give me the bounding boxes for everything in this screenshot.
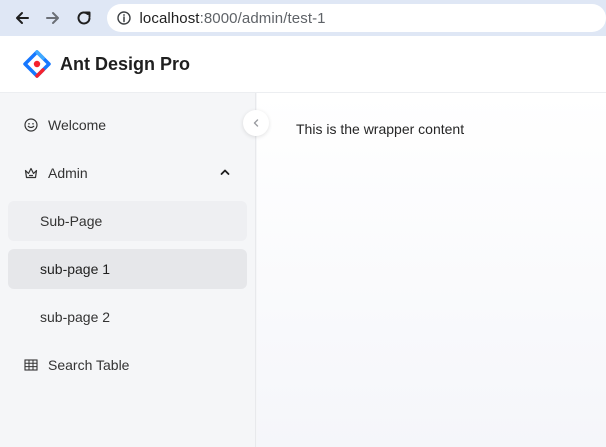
- arrow-left-icon: [15, 12, 29, 24]
- browser-toolbar: localhost:8000/admin/test-1: [0, 0, 606, 36]
- reload-button[interactable]: [74, 8, 93, 28]
- sidebar-item-label: Search Table: [48, 357, 130, 373]
- sidebar-item-label: Welcome: [48, 117, 107, 133]
- sidebar-item-admin[interactable]: Admin: [8, 153, 247, 193]
- sider-collapse-button[interactable]: [243, 110, 269, 136]
- sidebar-item-label: sub-page 2: [40, 309, 111, 325]
- sidebar-item-label: sub-page 1: [40, 261, 111, 277]
- sidebar-item-sub-page[interactable]: Sub-Page: [8, 201, 247, 241]
- ant-design-logo-icon[interactable]: [23, 50, 51, 78]
- app-title[interactable]: Ant Design Pro: [60, 54, 190, 75]
- arrow-right-icon: [45, 12, 59, 24]
- forward-button[interactable]: [43, 8, 62, 28]
- address-bar[interactable]: localhost:8000/admin/test-1: [107, 4, 606, 32]
- crown-icon: [23, 165, 39, 181]
- sidebar-item-search-table[interactable]: Search Table: [8, 345, 247, 385]
- chevron-left-icon: [253, 119, 259, 127]
- sidebar-item-label: Admin: [48, 165, 88, 181]
- sidebar: Welcome Admin Sub-Page sub-page 1 sub-pa…: [0, 93, 256, 447]
- chevron-up-icon[interactable]: [219, 166, 231, 178]
- reload-icon: [77, 11, 91, 25]
- url-host: localhost: [139, 9, 200, 27]
- smile-icon: [23, 117, 39, 133]
- sidebar-item-welcome[interactable]: Welcome: [8, 105, 247, 145]
- sidebar-item-label: Sub-Page: [40, 213, 103, 229]
- sidebar-item-sub-page-2[interactable]: sub-page 2: [8, 297, 247, 337]
- sidebar-item-sub-page-1[interactable]: sub-page 1: [8, 249, 247, 289]
- table-icon: [23, 357, 39, 373]
- wrapper-content-text: This is the wrapper content: [296, 121, 465, 137]
- app-header: Ant Design Pro: [0, 36, 606, 93]
- info-icon: [117, 11, 132, 25]
- url-text: localhost:8000/admin/test-1: [139, 10, 325, 27]
- main-content: This is the wrapper content: [257, 93, 606, 447]
- url-path: :8000/admin/test-1: [199, 9, 326, 27]
- back-button[interactable]: [12, 8, 31, 28]
